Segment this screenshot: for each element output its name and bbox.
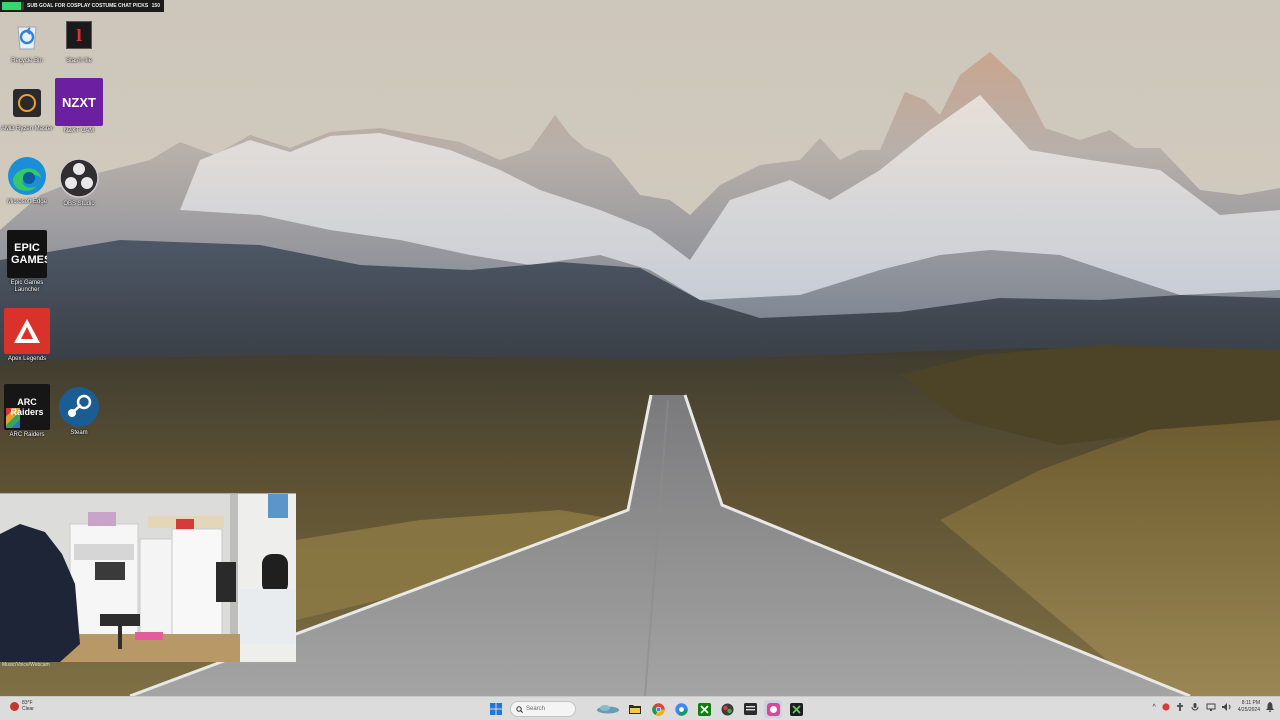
arc-raiders-icon: ARC Raiders: [4, 384, 50, 430]
cloud-icon: [597, 705, 619, 714]
weather-widget[interactable]: 83°F Clear: [10, 700, 34, 712]
taskbar-widget-button[interactable]: [595, 700, 621, 718]
xbox-button[interactable]: [695, 700, 713, 718]
volume-icon[interactable]: [1221, 703, 1232, 711]
desktop-icon-apex-legends[interactable]: Apex Legends: [0, 308, 54, 363]
clock-time: 8:11 PM: [1241, 700, 1260, 706]
chrome-icon: [651, 702, 665, 716]
desktop-icon-edge[interactable]: Microsoft Edge: [0, 155, 54, 206]
start-icon: [490, 703, 502, 715]
taskbar-apps: Search: [487, 700, 805, 718]
webcam-overlay: [0, 493, 296, 662]
epic-games-label: Epic Games Launcher: [10, 280, 44, 293]
sub-goal-count: 150: [151, 3, 160, 9]
file-explorer-icon: [629, 705, 641, 714]
steam-label: Steam: [70, 430, 88, 436]
xbox-game-bar-icon: [789, 702, 803, 716]
ryzen-master-icon: [6, 82, 48, 124]
desktop-icon-epic-games[interactable]: EPIC GAMES Epic Games Launcher: [0, 230, 54, 294]
obs-icon: [58, 157, 100, 199]
stash-file-label: Stas'h file: [66, 58, 92, 64]
obs-taskbar-icon: [766, 702, 780, 716]
xbox-game-bar-button[interactable]: [787, 700, 805, 718]
network-icon[interactable]: [1206, 703, 1216, 711]
app-icon: [721, 703, 733, 715]
sub-goal-progress: [2, 2, 24, 10]
epic-games-icon: EPIC GAMES: [7, 230, 47, 278]
obs-label: OBS Studio: [63, 201, 95, 207]
apex-legends-icon: [4, 308, 50, 354]
sub-goal-text: SUB GOAL FOR COSPLAY COSTUME CHAT PICKS: [27, 3, 149, 9]
steam-icon: [58, 386, 100, 428]
system-tray: ^ 8:11 PM 4/25/2024: [1152, 700, 1274, 714]
weather-icon: [10, 701, 19, 711]
clock[interactable]: 8:11 PM 4/25/2024: [1238, 700, 1260, 714]
usb-icon[interactable]: [1176, 703, 1184, 711]
search-placeholder: Search: [526, 706, 546, 712]
stream-sub-goal-bar: SUB GOAL FOR COSPLAY COSTUME CHAT PICKS …: [0, 0, 164, 12]
recycle-bin-icon: [6, 14, 48, 56]
chrome-alt-icon: [674, 702, 688, 716]
taskbar-search-input[interactable]: Search: [510, 701, 576, 717]
webcam-caption: Music/Voice/Webcam: [2, 662, 50, 668]
obs-taskbar-button[interactable]: [764, 700, 782, 718]
microphone-icon[interactable]: [1190, 703, 1200, 711]
notification-bell-icon[interactable]: [1266, 702, 1274, 712]
xbox-icon: [697, 702, 711, 716]
desktop-icon-obs[interactable]: OBS Studio: [52, 157, 106, 208]
ryzen-master-label: AMD Ryzen Master: [0, 126, 53, 132]
nzxt-cam-icon: NZXT: [55, 78, 103, 126]
desktop-icon-stash-file[interactable]: l Stas'h file: [52, 14, 106, 65]
edge-icon: [6, 155, 48, 197]
file-explorer-button[interactable]: [626, 700, 644, 718]
clock-date: 4/25/2024: [1237, 707, 1260, 713]
terminal-button[interactable]: [741, 700, 759, 718]
desktop-icon-arc-raiders[interactable]: ARC Raiders ARC Raiders: [0, 384, 54, 439]
desktop-icon-ryzen-master[interactable]: AMD Ryzen Master: [0, 82, 54, 133]
search-icon: [516, 705, 523, 713]
arc-raiders-label: ARC Raiders: [9, 432, 45, 438]
chrome-button[interactable]: [649, 700, 667, 718]
chrome-alt-button[interactable]: [672, 700, 690, 718]
app-button[interactable]: [718, 700, 736, 718]
terminal-icon: [743, 703, 757, 715]
edge-label: Microsoft Edge: [6, 199, 48, 205]
security-icon[interactable]: [1162, 703, 1170, 711]
stash-file-icon: l: [58, 14, 100, 56]
weather-condition: Clear: [22, 706, 34, 712]
recycle-bin-label: Recycle Bin: [11, 58, 43, 64]
nzxt-cam-label: NZXT CAM: [63, 128, 95, 134]
desktop-icon-steam[interactable]: Steam: [52, 386, 106, 437]
desktop-icon-nzxt-cam[interactable]: NZXT NZXT CAM: [52, 78, 106, 135]
apex-legends-label: Apex Legends: [7, 356, 47, 362]
desktop-icon-recycle-bin[interactable]: Recycle Bin: [0, 14, 54, 65]
chevron-up-icon[interactable]: ^: [1152, 704, 1155, 711]
start-button[interactable]: [487, 700, 505, 718]
taskbar: 83°F Clear Search ^ 8:11 PM 4/25/2024: [0, 696, 1280, 720]
